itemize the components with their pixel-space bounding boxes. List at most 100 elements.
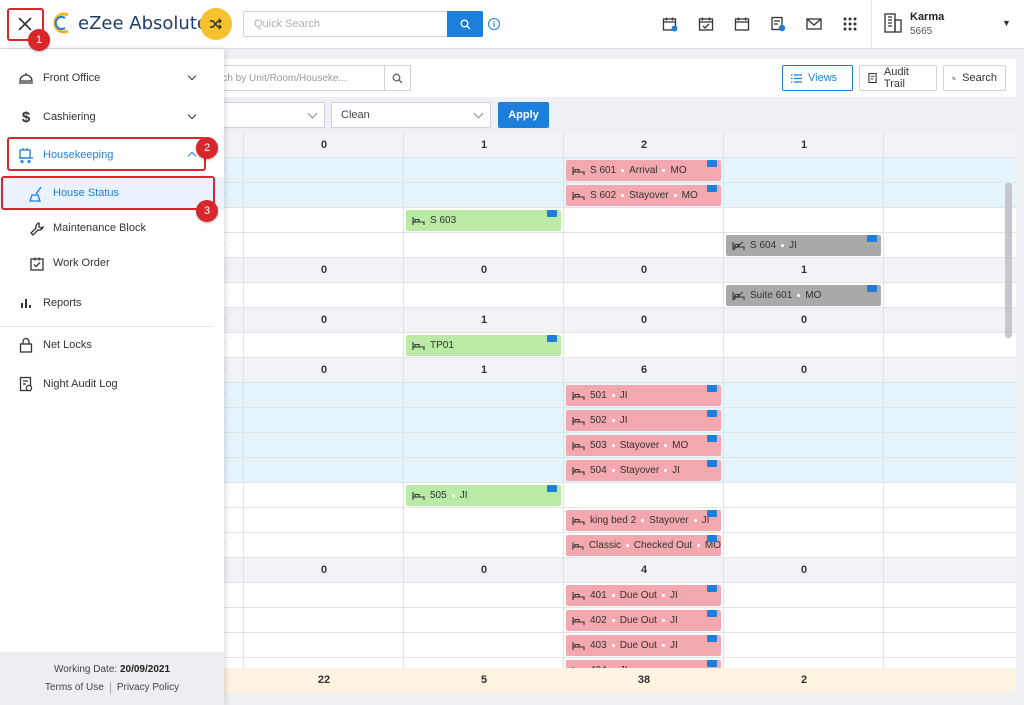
room-suite601[interactable]: Suite 601 MO [726,285,881,306]
chat-icon[interactable] [547,210,557,217]
bar-chart-icon [18,295,34,311]
calendar-add-icon[interactable] [660,14,680,34]
top-actions [660,14,860,34]
sidebar-item-maintenance-block[interactable]: Maintenance Block [0,212,224,245]
chat-icon[interactable] [707,660,717,667]
sidebar-item-reports[interactable]: Reports [0,285,224,321]
property-code: 5665 [910,26,933,37]
room-s604[interactable]: S 604 JI [726,235,881,256]
room-503[interactable]: 503 Stayover MO [566,435,721,456]
switch-property-button[interactable] [200,8,232,40]
column-divider [883,133,884,668]
room-s603[interactable]: S 603 [406,210,561,231]
top-header: eZee Absolute i Karma 5665 ▼ [0,0,1024,49]
search-button[interactable]: Search [943,65,1006,91]
room-s601[interactable]: S 601 Arrival MO [566,160,721,181]
chat-icon[interactable] [707,635,717,642]
chat-icon[interactable] [707,410,717,417]
chat-icon[interactable] [547,335,557,342]
room-505[interactable]: 505 JI [406,485,561,506]
bed-icon [572,616,585,625]
bed-icon [572,441,585,450]
quick-search-button[interactable] [447,11,483,37]
chat-icon[interactable] [867,285,877,292]
room-402[interactable]: 402 Due Out JI [566,610,721,631]
sidebar-item-cashiering[interactable]: $ Cashiering [0,99,224,135]
room-tp01[interactable]: TP01 [406,335,561,356]
audit-trail-label: Audit Trail [883,66,909,90]
column-divider [723,133,724,668]
chat-icon[interactable] [707,585,717,592]
views-button[interactable]: Views [782,65,853,91]
room-s602[interactable]: S 602 Stayover MO [566,185,721,206]
chat-icon[interactable] [707,435,717,442]
room-502[interactable]: 502 JI [566,410,721,431]
room-501[interactable]: 501 JI [566,385,721,406]
sidebar-item-night-audit-log[interactable]: Night Audit Log [0,366,224,402]
chat-icon[interactable] [707,610,717,617]
mail-icon[interactable] [804,14,824,34]
room-403[interactable]: 403 Due Out JI [566,635,721,656]
brand-logo[interactable]: eZee Absolute [52,12,208,34]
step-badge-1: 1 [28,29,50,51]
billing-icon[interactable] [768,14,788,34]
bed-icon [572,416,585,425]
terms-link[interactable]: Terms of Use [45,682,104,694]
sidebar-item-front-office[interactable]: Front Office [0,60,224,96]
property-selector[interactable]: Karma 5665 ▼ [871,0,1024,49]
highlight-housekeeping [7,137,206,171]
sidebar-item-work-order[interactable]: Work Order [0,247,224,280]
checklist-icon [29,256,45,272]
column-divider [563,133,564,668]
bed-icon [572,541,584,550]
bed-icon [572,391,585,400]
apply-button[interactable]: Apply [498,102,549,128]
dollar-icon: $ [21,108,31,126]
chat-icon[interactable] [707,460,717,467]
privacy-link[interactable]: Privacy Policy [117,682,179,694]
concierge-bell-icon [18,70,34,86]
bed-icon [572,466,585,475]
room-504[interactable]: 504 Stayover JI [566,460,721,481]
calendar-check-icon[interactable] [696,14,716,34]
room-king-bed-2[interactable]: king bed 2 Stayover JI [566,510,721,531]
caret-down-icon: ▼ [1002,18,1011,28]
room-404[interactable]: 404 JI [566,660,721,668]
ezee-logo-icon [53,12,69,34]
info-icon[interactable]: i [488,18,500,30]
chat-icon[interactable] [707,185,717,192]
column-divider [243,133,244,668]
grid-scrollbar[interactable] [1005,183,1012,338]
sidebar-footer: Working Date: 20/09/2021 Terms of Use Pr… [0,652,224,705]
bed-icon [572,591,585,600]
bed-icon [572,191,585,200]
search-icon [392,73,403,83]
unit-search-input[interactable]: rch by Unit/Room/Houseke... [200,65,385,91]
bed-icon [412,341,425,350]
room-classic[interactable]: Classic Checked Out MO [566,535,721,556]
sidebar-item-net-locks[interactable]: Net Locks [0,327,224,363]
chat-icon[interactable] [707,510,717,517]
bed-icon [412,216,425,225]
unit-search-button[interactable] [385,65,411,91]
chat-icon[interactable] [707,385,717,392]
room-401[interactable]: 401 Due Out JI [566,585,721,606]
lock-icon [18,337,34,353]
apps-grid-icon[interactable] [840,14,860,34]
bed-blocked-icon [732,291,745,300]
status-filter-select[interactable]: Clean [331,102,491,128]
step-badge-3: 3 [196,200,218,222]
chat-icon[interactable] [547,485,557,492]
calendar-icon[interactable] [732,14,752,34]
highlight-house-status [1,176,215,210]
views-label: Views [808,72,838,84]
chat-icon[interactable] [867,235,877,242]
chat-icon[interactable] [707,535,717,542]
search-label: Search [962,72,997,84]
chat-icon[interactable] [707,160,717,167]
chevron-down-icon [187,110,197,120]
quick-search-input[interactable] [243,11,447,37]
step-badge-2: 2 [196,137,218,159]
bed-icon [572,641,585,650]
audit-trail-button[interactable]: Audit Trail [859,65,937,91]
